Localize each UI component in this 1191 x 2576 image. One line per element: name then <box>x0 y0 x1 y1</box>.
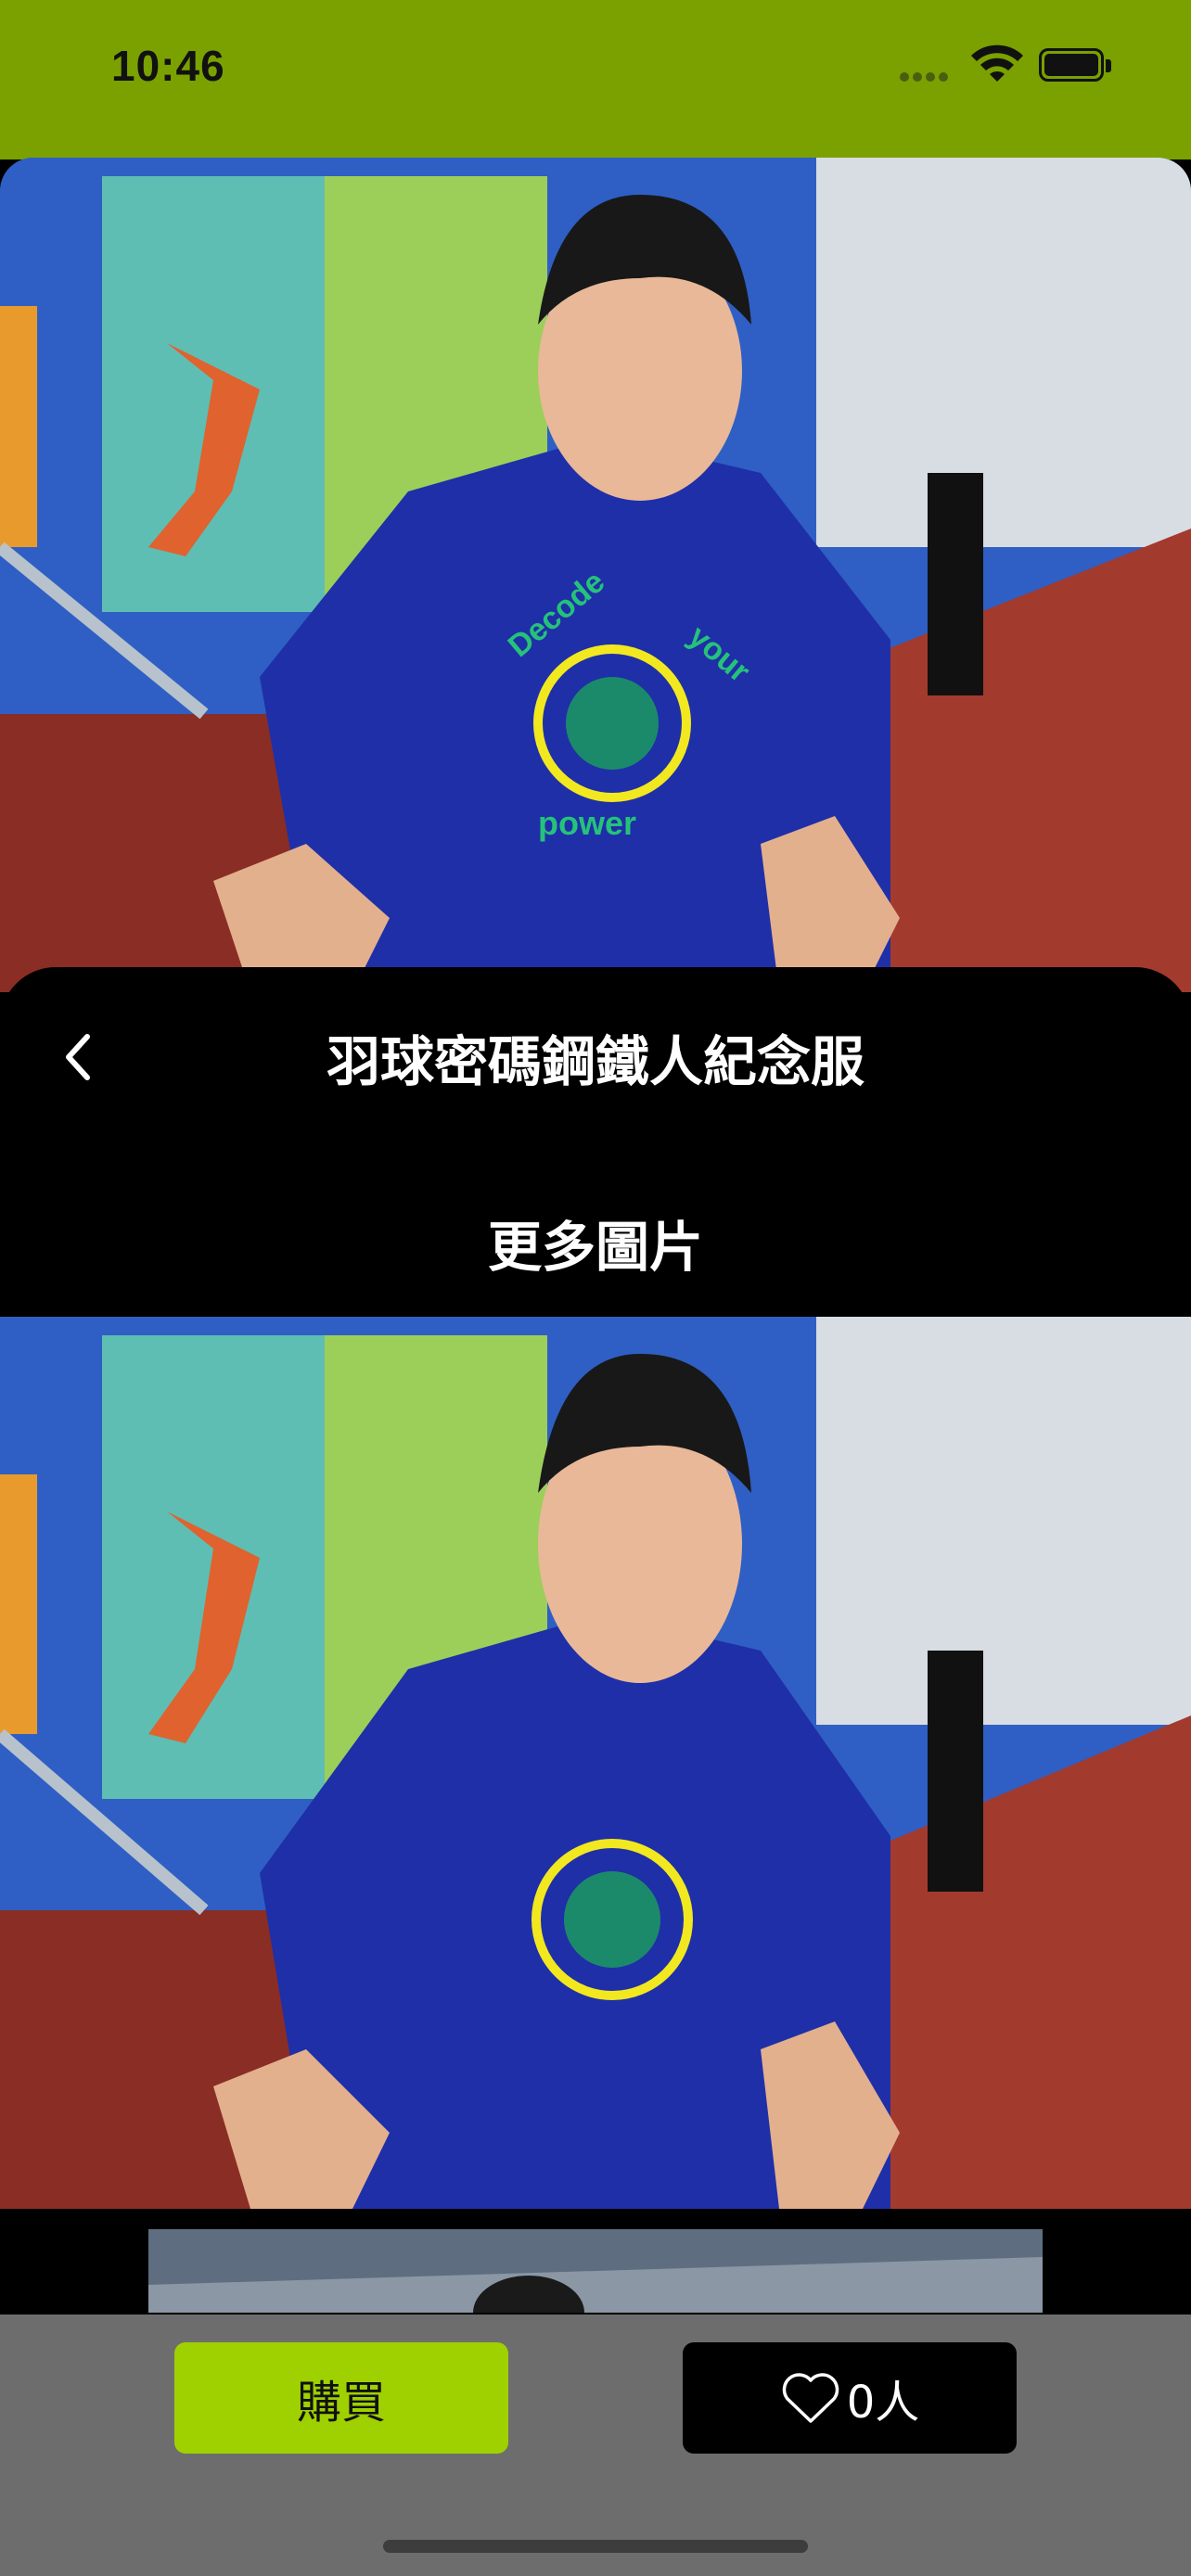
like-count: 0人 <box>846 2377 920 2429</box>
heart-outline-icon <box>782 2373 839 2423</box>
wifi-icon <box>971 45 1023 82</box>
status-bar: 10:46 <box>0 0 1191 159</box>
home-indicator[interactable] <box>383 2540 808 2553</box>
more-images-heading: 更多圖片 <box>487 1216 703 1279</box>
status-time: 10:46 <box>111 42 225 90</box>
buy-button[interactable]: 購買 <box>174 2342 508 2454</box>
page-title: 羽球密碼鋼鐵人紀念服 <box>326 1030 864 1093</box>
gallery-image-next[interactable] <box>148 2229 1043 2313</box>
shirt-text-power: power <box>538 804 636 842</box>
cellular-signal-icon <box>900 72 955 83</box>
product-hero-photo: Decode your power <box>0 158 1191 992</box>
gallery-image[interactable] <box>0 1317 1191 2209</box>
like-button[interactable]: 0人 <box>683 2342 1017 2454</box>
buy-button-label: 購買 <box>296 2377 386 2429</box>
battery-icon <box>1039 48 1113 85</box>
